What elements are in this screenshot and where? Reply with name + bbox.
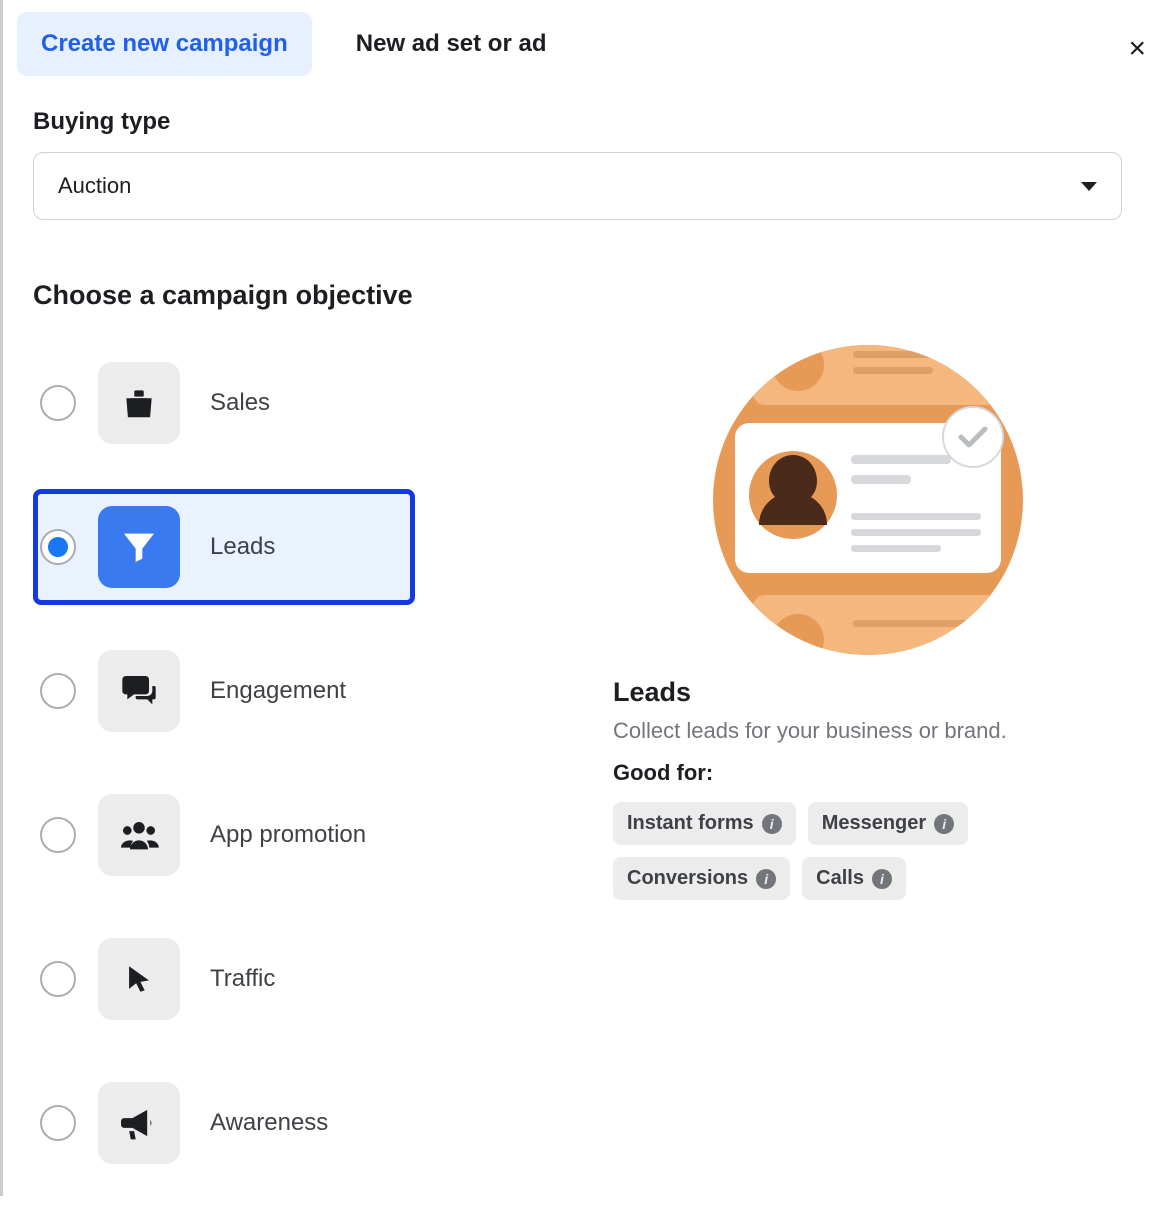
objective-leads[interactable]: Leads <box>33 489 415 605</box>
group-icon <box>98 794 180 876</box>
objective-label: Awareness <box>210 1109 328 1137</box>
chat-icon <box>98 650 180 732</box>
objective-sales[interactable]: Sales <box>33 345 573 461</box>
chevron-down-icon <box>1081 182 1097 191</box>
funnel-icon <box>98 506 180 588</box>
radio-sales[interactable] <box>40 385 76 421</box>
radio-traffic[interactable] <box>40 961 76 997</box>
objective-label: App promotion <box>210 821 366 849</box>
info-icon[interactable]: i <box>756 869 776 889</box>
objective-detail-panel: Leads Collect leads for your business or… <box>573 345 1122 1209</box>
good-for-chips: Instant formsi Messengeri Conversionsi C… <box>613 802 1122 900</box>
detail-subtitle: Collect leads for your business or brand… <box>613 718 1122 744</box>
chip-calls[interactable]: Callsi <box>802 857 906 900</box>
radio-engagement[interactable] <box>40 673 76 709</box>
objective-app-promotion[interactable]: App promotion <box>33 777 573 893</box>
objective-label: Leads <box>210 533 275 561</box>
megaphone-icon <box>98 1082 180 1164</box>
info-icon[interactable]: i <box>872 869 892 889</box>
buying-type-label: Buying type <box>33 108 1122 136</box>
chip-instant-forms[interactable]: Instant formsi <box>613 802 796 845</box>
leads-illustration <box>713 345 1023 655</box>
cursor-icon <box>98 938 180 1020</box>
objective-label: Engagement <box>210 677 346 705</box>
detail-title: Leads <box>613 677 1122 708</box>
radio-leads[interactable] <box>40 529 76 565</box>
good-for-label: Good for: <box>613 760 1122 786</box>
chip-conversions[interactable]: Conversionsi <box>613 857 790 900</box>
tabs-bar: Create new campaign New ad set or ad <box>3 0 1152 76</box>
radio-app-promotion[interactable] <box>40 817 76 853</box>
dialog-content: Buying type Auction Choose a campaign ob… <box>3 76 1152 1209</box>
objectives-list: Sales Leads Engagement <box>33 345 573 1209</box>
chip-messenger[interactable]: Messengeri <box>808 802 969 845</box>
tab-new-adset[interactable]: New ad set or ad <box>332 12 571 76</box>
objective-label: Sales <box>210 389 270 417</box>
objective-awareness[interactable]: Awareness <box>33 1065 573 1181</box>
bag-icon <box>98 362 180 444</box>
close-button[interactable]: × <box>1122 26 1152 72</box>
objective-traffic[interactable]: Traffic <box>33 921 573 1037</box>
objectives-heading: Choose a campaign objective <box>33 280 1122 311</box>
info-icon[interactable]: i <box>934 814 954 834</box>
objective-label: Traffic <box>210 965 275 993</box>
tab-create-campaign[interactable]: Create new campaign <box>17 12 312 76</box>
objective-engagement[interactable]: Engagement <box>33 633 573 749</box>
buying-type-value: Auction <box>58 173 131 199</box>
buying-type-select[interactable]: Auction <box>33 152 1122 220</box>
info-icon[interactable]: i <box>762 814 782 834</box>
radio-awareness[interactable] <box>40 1105 76 1141</box>
